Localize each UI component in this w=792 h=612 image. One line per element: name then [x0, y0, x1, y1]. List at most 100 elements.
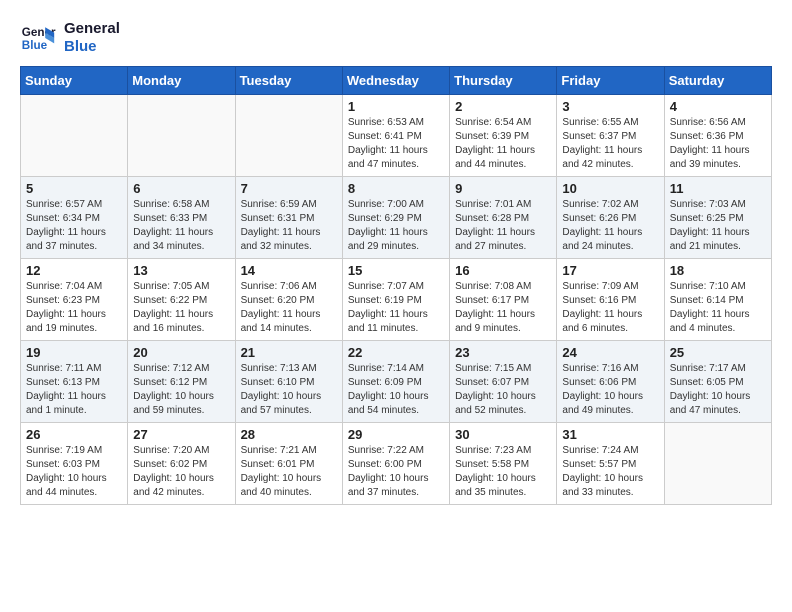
day-info: Sunrise: 7:00 AM Sunset: 6:29 PM Dayligh… — [348, 198, 444, 254]
page-header: General Blue General Blue — [20, 20, 772, 56]
weekday-header-tuesday: Tuesday — [235, 67, 342, 95]
weekday-header-saturday: Saturday — [664, 67, 771, 95]
day-number: 7 — [241, 181, 337, 196]
calendar-day-cell: 31 Sunrise: 7:24 AM Sunset: 5:57 PM Dayli… — [557, 423, 664, 505]
svg-text:Blue: Blue — [22, 39, 48, 52]
day-number: 16 — [455, 263, 551, 278]
calendar-week-row: 19 Sunrise: 7:11 AM Sunset: 6:13 PM Dayli… — [21, 341, 772, 423]
day-info: Sunrise: 7:22 AM Sunset: 6:00 PM Dayligh… — [348, 444, 444, 500]
day-info: Sunrise: 7:15 AM Sunset: 6:07 PM Dayligh… — [455, 362, 551, 418]
day-info: Sunrise: 7:21 AM Sunset: 6:01 PM Dayligh… — [241, 444, 337, 500]
day-info: Sunrise: 7:24 AM Sunset: 5:57 PM Dayligh… — [562, 444, 658, 500]
day-info: Sunrise: 6:59 AM Sunset: 6:31 PM Dayligh… — [241, 198, 337, 254]
day-number: 19 — [26, 345, 122, 360]
calendar-day-cell — [21, 95, 128, 177]
calendar-day-cell: 14 Sunrise: 7:06 AM Sunset: 6:20 PM Dayli… — [235, 259, 342, 341]
day-info: Sunrise: 7:07 AM Sunset: 6:19 PM Dayligh… — [348, 280, 444, 336]
day-info: Sunrise: 6:54 AM Sunset: 6:39 PM Dayligh… — [455, 116, 551, 172]
day-number: 1 — [348, 99, 444, 114]
calendar-day-cell: 27 Sunrise: 7:20 AM Sunset: 6:02 PM Dayli… — [128, 423, 235, 505]
day-number: 31 — [562, 427, 658, 442]
day-info: Sunrise: 7:10 AM Sunset: 6:14 PM Dayligh… — [670, 280, 766, 336]
calendar-week-row: 5Sunrise: 6:57 AM Sunset: 6:34 PM Daylig… — [21, 177, 772, 259]
calendar-day-cell: 22 Sunrise: 7:14 AM Sunset: 6:09 PM Dayli… — [342, 341, 449, 423]
calendar-day-cell: 7 Sunrise: 6:59 AM Sunset: 6:31 PM Daylig… — [235, 177, 342, 259]
day-number: 30 — [455, 427, 551, 442]
day-info: Sunrise: 6:53 AM Sunset: 6:41 PM Dayligh… — [348, 116, 444, 172]
day-info: Sunrise: 7:03 AM Sunset: 6:25 PM Dayligh… — [670, 198, 766, 254]
calendar-day-cell: 19 Sunrise: 7:11 AM Sunset: 6:13 PM Dayli… — [21, 341, 128, 423]
weekday-header-sunday: Sunday — [21, 67, 128, 95]
day-number: 11 — [670, 181, 766, 196]
day-info: Sunrise: 7:09 AM Sunset: 6:16 PM Dayligh… — [562, 280, 658, 336]
day-info: Sunrise: 7:20 AM Sunset: 6:02 PM Dayligh… — [133, 444, 229, 500]
day-number: 15 — [348, 263, 444, 278]
weekday-header-wednesday: Wednesday — [342, 67, 449, 95]
day-info: Sunrise: 7:11 AM Sunset: 6:13 PM Dayligh… — [26, 362, 122, 418]
day-number: 3 — [562, 99, 658, 114]
day-info: Sunrise: 7:02 AM Sunset: 6:26 PM Dayligh… — [562, 198, 658, 254]
day-info: Sunrise: 7:23 AM Sunset: 5:58 PM Dayligh… — [455, 444, 551, 500]
calendar-header-row: SundayMondayTuesdayWednesdayThursdayFrid… — [21, 67, 772, 95]
day-number: 27 — [133, 427, 229, 442]
calendar-day-cell: 13 Sunrise: 7:05 AM Sunset: 6:22 PM Dayli… — [128, 259, 235, 341]
day-info: Sunrise: 7:04 AM Sunset: 6:23 PM Dayligh… — [26, 280, 122, 336]
day-number: 21 — [241, 345, 337, 360]
calendar-day-cell: 18 Sunrise: 7:10 AM Sunset: 6:14 PM Dayli… — [664, 259, 771, 341]
day-info: Sunrise: 7:06 AM Sunset: 6:20 PM Dayligh… — [241, 280, 337, 336]
calendar-day-cell — [664, 423, 771, 505]
day-info: Sunrise: 7:16 AM Sunset: 6:06 PM Dayligh… — [562, 362, 658, 418]
day-number: 29 — [348, 427, 444, 442]
calendar-week-row: 26 Sunrise: 7:19 AM Sunset: 6:03 PM Dayli… — [21, 423, 772, 505]
day-number: 23 — [455, 345, 551, 360]
day-info: Sunrise: 7:08 AM Sunset: 6:17 PM Dayligh… — [455, 280, 551, 336]
day-info: Sunrise: 7:19 AM Sunset: 6:03 PM Dayligh… — [26, 444, 122, 500]
calendar-day-cell: 28 Sunrise: 7:21 AM Sunset: 6:01 PM Dayli… — [235, 423, 342, 505]
day-number: 12 — [26, 263, 122, 278]
calendar-day-cell: 15 Sunrise: 7:07 AM Sunset: 6:19 PM Dayli… — [342, 259, 449, 341]
day-number: 22 — [348, 345, 444, 360]
day-info: Sunrise: 6:58 AM Sunset: 6:33 PM Dayligh… — [133, 198, 229, 254]
day-info: Sunrise: 6:57 AM Sunset: 6:34 PM Dayligh… — [26, 198, 122, 254]
day-number: 24 — [562, 345, 658, 360]
calendar-day-cell: 24 Sunrise: 7:16 AM Sunset: 6:06 PM Dayli… — [557, 341, 664, 423]
calendar-table: SundayMondayTuesdayWednesdayThursdayFrid… — [20, 66, 772, 505]
calendar-day-cell: 30 Sunrise: 7:23 AM Sunset: 5:58 PM Dayli… — [450, 423, 557, 505]
calendar-day-cell: 26 Sunrise: 7:19 AM Sunset: 6:03 PM Dayli… — [21, 423, 128, 505]
calendar-week-row: 1 Sunrise: 6:53 AM Sunset: 6:41 PM Daylig… — [21, 95, 772, 177]
logo-icon: General Blue — [20, 20, 56, 56]
calendar-day-cell: 5Sunrise: 6:57 AM Sunset: 6:34 PM Daylig… — [21, 177, 128, 259]
day-number: 20 — [133, 345, 229, 360]
calendar-day-cell — [128, 95, 235, 177]
day-number: 17 — [562, 263, 658, 278]
logo-blue: Blue — [64, 38, 120, 56]
day-number: 26 — [26, 427, 122, 442]
day-info: Sunrise: 6:55 AM Sunset: 6:37 PM Dayligh… — [562, 116, 658, 172]
calendar-day-cell: 29 Sunrise: 7:22 AM Sunset: 6:00 PM Dayli… — [342, 423, 449, 505]
day-info: Sunrise: 7:05 AM Sunset: 6:22 PM Dayligh… — [133, 280, 229, 336]
calendar-day-cell: 23 Sunrise: 7:15 AM Sunset: 6:07 PM Dayli… — [450, 341, 557, 423]
day-number: 8 — [348, 181, 444, 196]
calendar-day-cell: 17 Sunrise: 7:09 AM Sunset: 6:16 PM Dayli… — [557, 259, 664, 341]
day-info: Sunrise: 7:14 AM Sunset: 6:09 PM Dayligh… — [348, 362, 444, 418]
calendar-day-cell: 2Sunrise: 6:54 AM Sunset: 6:39 PM Daylig… — [450, 95, 557, 177]
weekday-header-friday: Friday — [557, 67, 664, 95]
day-number: 13 — [133, 263, 229, 278]
day-number: 10 — [562, 181, 658, 196]
logo: General Blue General Blue — [20, 20, 120, 56]
day-number: 9 — [455, 181, 551, 196]
calendar-day-cell: 4 Sunrise: 6:56 AM Sunset: 6:36 PM Daylig… — [664, 95, 771, 177]
calendar-day-cell: 6Sunrise: 6:58 AM Sunset: 6:33 PM Daylig… — [128, 177, 235, 259]
day-info: Sunrise: 6:56 AM Sunset: 6:36 PM Dayligh… — [670, 116, 766, 172]
logo-general: General — [64, 20, 120, 38]
day-info: Sunrise: 7:17 AM Sunset: 6:05 PM Dayligh… — [670, 362, 766, 418]
day-number: 25 — [670, 345, 766, 360]
day-number: 4 — [670, 99, 766, 114]
day-number: 14 — [241, 263, 337, 278]
day-number: 28 — [241, 427, 337, 442]
weekday-header-monday: Monday — [128, 67, 235, 95]
weekday-header-thursday: Thursday — [450, 67, 557, 95]
day-info: Sunrise: 7:13 AM Sunset: 6:10 PM Dayligh… — [241, 362, 337, 418]
day-number: 18 — [670, 263, 766, 278]
calendar-day-cell: 10 Sunrise: 7:02 AM Sunset: 6:26 PM Dayli… — [557, 177, 664, 259]
